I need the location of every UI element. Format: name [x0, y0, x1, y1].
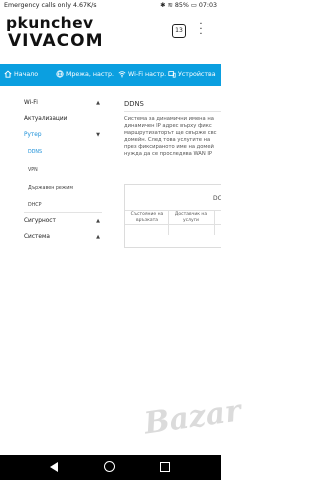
- chevron-up-icon: ▲: [96, 234, 100, 240]
- tab-count-button[interactable]: 13: [172, 24, 186, 38]
- ddns-panel: DC Състояние на връзката Доставчик на ус…: [124, 184, 221, 248]
- description-line: Система за динамични имена на: [124, 116, 214, 122]
- wifi-status-icon: ≋: [167, 2, 173, 9]
- back-icon[interactable]: [50, 462, 58, 472]
- watermark: Bazar: [142, 393, 244, 442]
- sidebar-section-label: Система: [24, 234, 50, 240]
- system-nav-bar: [0, 455, 221, 480]
- username-overlay: pkunchev: [6, 14, 94, 32]
- battery-level: 85%: [174, 2, 189, 9]
- sidebar-section-label: Сигурност: [24, 218, 56, 224]
- status-bar: Emergency calls only 4.67K/s ✱ ≋ 85% ▭ 0…: [0, 0, 221, 12]
- main-content: DDNS Система за динамични имена на динам…: [124, 96, 221, 266]
- panel-title: DC: [213, 195, 221, 202]
- brand-area: pkunchev VIVACOM: [6, 14, 103, 51]
- globe-icon: [56, 70, 64, 78]
- sidebar-section-system[interactable]: Система ▲: [24, 234, 100, 240]
- description-line: маршрутизаторът ще свърже свс: [124, 130, 217, 136]
- nav-wifi-label: Wi-Fi настр.: [128, 71, 167, 78]
- title-divider: [124, 111, 221, 112]
- description-line: нужда да се проследява WAN IP: [124, 151, 213, 157]
- description: Система за динамични имена на динамичен …: [124, 116, 217, 158]
- nav-wifi[interactable]: Wi-Fi настр.: [118, 64, 166, 86]
- description-line: през фиксираното име на домей: [124, 144, 214, 150]
- more-menu-icon[interactable]: · · ·: [198, 20, 204, 40]
- nav-devices-label: Устройства: [178, 71, 216, 78]
- table-col-divider: [214, 210, 215, 235]
- status-right: ✱ ≋ 85% ▭ 07:03: [160, 0, 217, 12]
- sidebar-item-vpn[interactable]: VPN: [28, 168, 38, 173]
- description-line: домейн. След това услугите на: [124, 137, 211, 143]
- sidebar-section-label: Рутер: [24, 132, 42, 138]
- chevron-down-icon: ▼: [96, 132, 100, 138]
- nav-home-label: Начало: [14, 71, 39, 78]
- sidebar-section-label: Wi-Fi: [24, 100, 38, 106]
- home-icon: [4, 70, 12, 78]
- sidebar-section-wifi[interactable]: Wi-Fi ▲: [24, 100, 100, 106]
- description-line: динамичен IP адрес върху фикс: [124, 123, 212, 129]
- sidebar-item-ddns[interactable]: DDNS: [28, 150, 42, 155]
- page-title: DDNS: [124, 100, 144, 108]
- home-button-icon[interactable]: [104, 461, 115, 472]
- chevron-up-icon: ▲: [96, 218, 100, 224]
- nav-network-label: Мрежа, настр.: [66, 71, 114, 78]
- chevron-up-icon: ▲: [96, 100, 100, 106]
- status-left: Emergency calls only 4.67K/s: [4, 0, 97, 12]
- clock: 07:03: [198, 2, 217, 9]
- sidebar-divider: [24, 212, 102, 213]
- recent-apps-icon[interactable]: [160, 462, 170, 472]
- battery-icon: ▭: [190, 2, 197, 9]
- net-speed: 4.67K/s: [72, 2, 97, 9]
- sidebar-section-label: Актуализации: [24, 116, 68, 122]
- nav-devices[interactable]: Устройства: [168, 64, 216, 86]
- top-nav: Начало Мрежа, настр. Wi-Fi настр. Устрой…: [0, 64, 221, 86]
- sidebar-section-security[interactable]: Сигурност ▲: [24, 218, 100, 224]
- table-header-status: Състояние на връзката: [130, 212, 164, 223]
- table-header-top-border: [125, 210, 221, 211]
- wifi-icon: [118, 71, 126, 78]
- sidebar-item-mode[interactable]: Държавен режим: [28, 186, 73, 191]
- sidebar-section-router[interactable]: Рутер ▼: [24, 132, 100, 138]
- sidebar-section-updates[interactable]: Актуализации: [24, 116, 100, 122]
- table-header-bottom-border: [125, 224, 221, 225]
- vivacom-logo: VIVACOM: [8, 31, 104, 51]
- bluetooth-icon: ✱: [160, 2, 166, 9]
- devices-icon: [168, 71, 176, 78]
- sidebar-item-dhcp[interactable]: DHCP: [28, 203, 42, 208]
- nav-network[interactable]: Мрежа, настр.: [56, 64, 114, 86]
- nav-home[interactable]: Начало: [4, 64, 38, 86]
- table-header-provider: Доставчик на услуги: [174, 212, 208, 223]
- carrier-text: Emergency calls only: [4, 2, 71, 9]
